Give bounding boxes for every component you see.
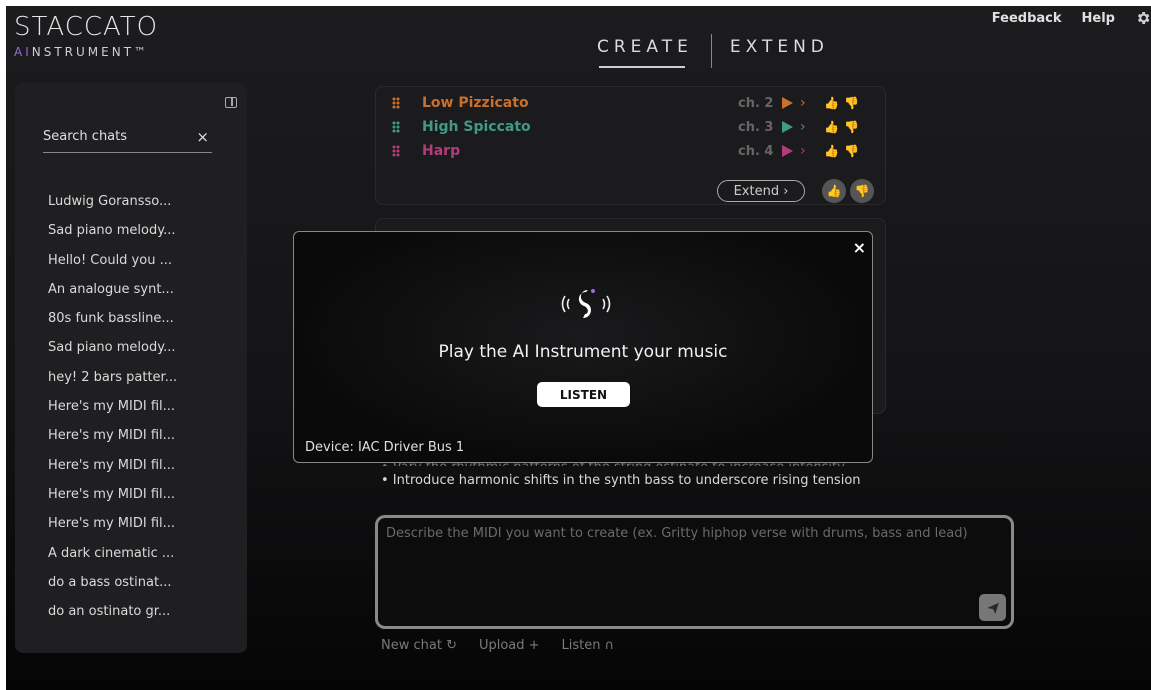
app-window: STACCATO AINSTRUMENT™ CREATE EXTEND Feed…	[6, 6, 1151, 690]
mode-tabs: CREATE EXTEND	[589, 34, 837, 68]
thumbs-down-icon[interactable]: 👎	[850, 179, 874, 203]
device-label: Device: IAC Driver Bus 1	[305, 440, 465, 455]
thumbs-down-icon[interactable]: 👎	[844, 144, 859, 158]
thumbs-up-icon[interactable]: 👍	[824, 144, 839, 158]
chat-sidebar: × Ludwig Goransso... Sad piano melody...…	[15, 83, 247, 653]
track-name: Harp	[422, 143, 461, 159]
chat-actions: New chat ↻ Upload + Listen ∩	[381, 638, 614, 653]
gear-icon[interactable]	[1135, 10, 1151, 26]
listen-modal-button[interactable]: LISTEN	[537, 382, 630, 407]
tab-divider	[710, 34, 712, 68]
chat-item[interactable]: An analogue synt...	[48, 275, 177, 304]
chevron-right-icon[interactable]: ›	[800, 119, 806, 135]
chat-item[interactable]: Sad piano melody...	[48, 333, 177, 362]
listen-modal: × Play the AI Instrument your music LIST…	[293, 231, 873, 463]
modal-title: Play the AI Instrument your music	[438, 342, 728, 362]
listen-button[interactable]: Listen ∩	[562, 638, 615, 653]
chat-item[interactable]: Sad piano melody...	[48, 216, 177, 245]
staccato-logo: STACCATO AINSTRUMENT™	[14, 12, 158, 59]
chat-list: Ludwig Goransso... Sad piano melody... H…	[48, 187, 177, 626]
send-icon	[986, 602, 999, 614]
logo-wordmark: STACCATO	[14, 12, 159, 42]
extend-button[interactable]: Extend ›	[717, 180, 805, 202]
close-icon[interactable]: ×	[196, 129, 209, 145]
chat-item[interactable]: A dark cinematic ...	[48, 539, 177, 568]
send-button[interactable]	[979, 594, 1006, 621]
track-name: Low Pizzicato	[422, 95, 529, 111]
channel-label: ch. 3	[738, 119, 774, 135]
sidebar-toggle-icon[interactable]	[225, 97, 237, 108]
tab-extend[interactable]: EXTEND	[722, 37, 837, 65]
feedback-link[interactable]: Feedback	[992, 11, 1062, 26]
chat-item[interactable]: 80s funk bassline...	[48, 304, 177, 333]
suggestion-bullet: • Introduce harmonic shifts in the synth…	[381, 473, 861, 488]
prompt-input[interactable]	[386, 526, 996, 606]
header-links: Feedback Help	[992, 10, 1151, 26]
search-input[interactable]	[43, 129, 183, 144]
track-name: High Spiccato	[422, 119, 531, 135]
upload-button[interactable]: Upload +	[479, 638, 540, 653]
track-card: Low Pizzicato ch. 2 › 👍 👎 High Spiccato …	[375, 86, 886, 205]
thumbs-up-icon[interactable]: 👍	[822, 179, 846, 203]
chat-item[interactable]: Ludwig Goransso...	[48, 187, 177, 216]
chat-item[interactable]: Here's my MIDI fil...	[48, 421, 177, 450]
help-link[interactable]: Help	[1082, 11, 1115, 26]
chat-item[interactable]: hey! 2 bars patter...	[48, 363, 177, 392]
thumbs-up-icon[interactable]: 👍	[824, 96, 839, 110]
chat-item[interactable]: Here's my MIDI fil...	[48, 480, 177, 509]
channel-label: ch. 2	[738, 95, 774, 111]
thumbs-down-icon[interactable]: 👎	[844, 96, 859, 110]
chat-item[interactable]: Hello! Could you ...	[48, 246, 177, 275]
chevron-right-icon[interactable]: ›	[800, 143, 806, 159]
chat-item[interactable]: Here's my MIDI fil...	[48, 451, 177, 480]
staccato-broadcast-icon	[561, 289, 611, 318]
play-icon[interactable]	[782, 97, 793, 109]
track-row: Low Pizzicato ch. 2 › 👍 👎	[392, 93, 862, 113]
drag-handle-icon[interactable]	[392, 145, 400, 157]
play-icon[interactable]	[782, 121, 793, 133]
search-chats: ×	[43, 129, 212, 153]
thumbs-down-icon[interactable]: 👎	[844, 120, 859, 134]
channel-label: ch. 4	[738, 143, 774, 159]
chat-item[interactable]: Here's my MIDI fil...	[48, 392, 177, 421]
prompt-box	[375, 515, 1014, 629]
close-icon[interactable]: ×	[853, 238, 866, 257]
tab-create[interactable]: CREATE	[589, 37, 701, 68]
drag-handle-icon[interactable]	[392, 97, 400, 109]
chat-item[interactable]: Here's my MIDI fil...	[48, 509, 177, 538]
track-row: Harp ch. 4 › 👍 👎	[392, 141, 862, 161]
new-chat-button[interactable]: New chat ↻	[381, 638, 457, 653]
thumbs-up-icon[interactable]: 👍	[824, 120, 839, 134]
track-row: High Spiccato ch. 3 › 👍 👎	[392, 117, 862, 137]
drag-handle-icon[interactable]	[392, 121, 400, 133]
logo-subtitle: AINSTRUMENT™	[14, 45, 150, 59]
chevron-right-icon[interactable]: ›	[800, 95, 806, 111]
chat-item[interactable]: do a bass ostinat...	[48, 568, 177, 597]
play-icon[interactable]	[782, 145, 793, 157]
chat-item[interactable]: do an ostinato gr...	[48, 597, 177, 626]
